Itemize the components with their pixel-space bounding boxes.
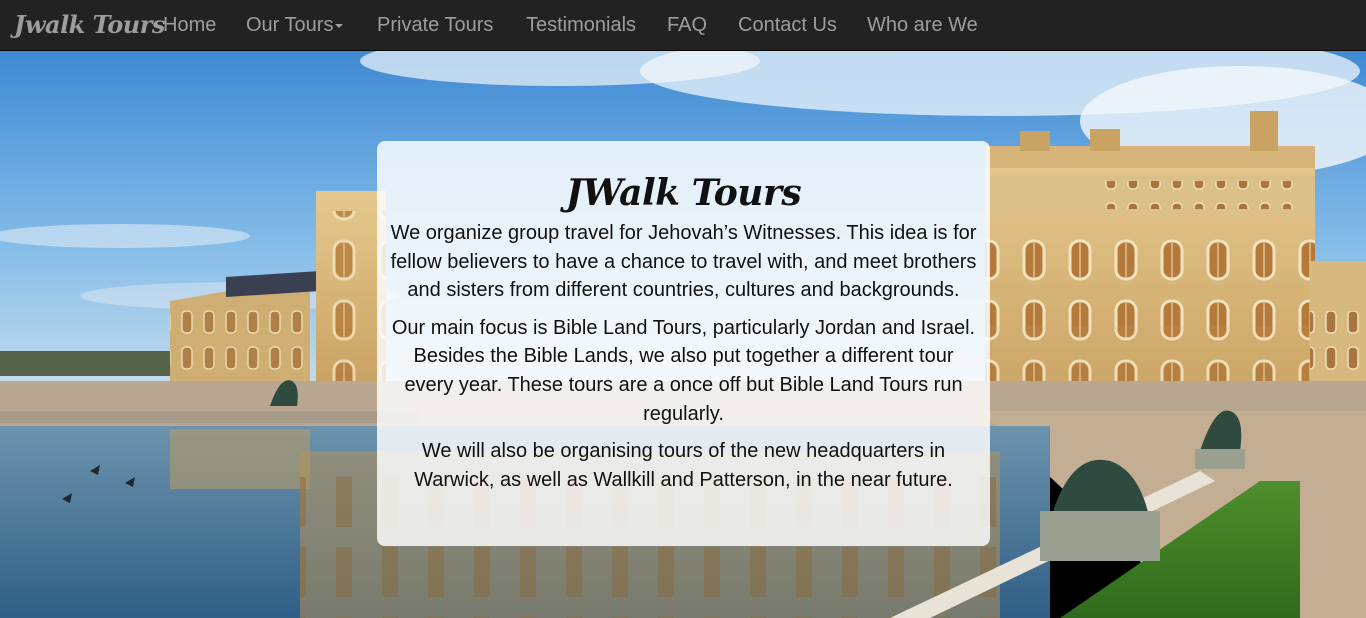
nav-who-are-we[interactable]: Who are We	[867, 0, 978, 50]
intro-panel: JWalk Tours We organize group travel for…	[377, 141, 990, 546]
nav-home[interactable]: Home	[163, 0, 216, 50]
intro-paragraph: We organize group travel for Jehovah’s W…	[390, 222, 977, 302]
intro-paragraph: We will also be organising tours of the …	[414, 440, 953, 491]
nav-faq[interactable]: FAQ	[667, 0, 707, 50]
hero-section: JWalk Tours We organize group travel for…	[0, 51, 1366, 618]
nav-private-tours[interactable]: Private Tours	[377, 0, 493, 50]
nav-our-tours-dropdown[interactable]: Our Tours	[246, 0, 344, 50]
brand-logo[interactable]: Jwalk Tours	[14, 8, 165, 42]
nav-our-tours-label: Our Tours	[246, 14, 334, 36]
nav-contact-us[interactable]: Contact Us	[738, 0, 837, 50]
intro-title: JWalk Tours	[565, 172, 802, 214]
caret-down-icon	[335, 23, 344, 28]
nav-testimonials[interactable]: Testimonials	[526, 0, 636, 50]
top-navbar: Jwalk Tours Home Our Tours Private Tours…	[0, 0, 1366, 51]
intro-paragraph: Our main focus is Bible Land Tours, part…	[391, 316, 976, 425]
